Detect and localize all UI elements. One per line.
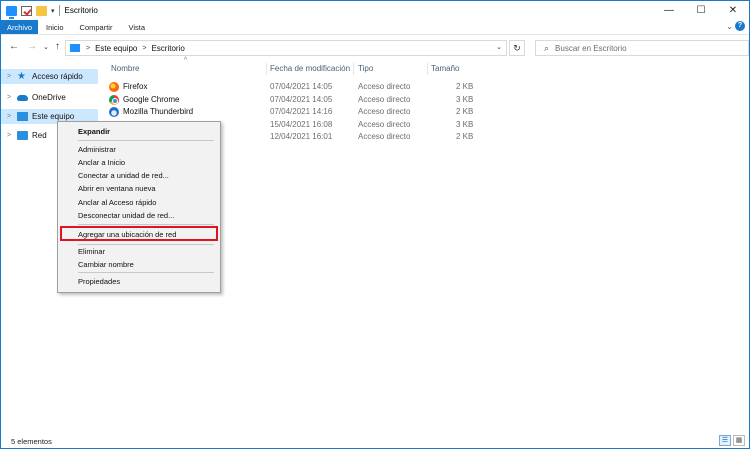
window-controls: — ☐ ✕ bbox=[653, 1, 749, 20]
expand-arrow-icon[interactable]: > bbox=[4, 113, 14, 120]
help-icon[interactable]: ? bbox=[735, 21, 745, 31]
toolbar-divider bbox=[58, 5, 60, 16]
file-type: Acceso directo bbox=[358, 82, 411, 91]
status-item-count: 5 elementos bbox=[11, 437, 52, 446]
file-type: Acceso directo bbox=[358, 132, 411, 141]
address-bar[interactable]: > Este equipo > Escritorio ⌄ bbox=[65, 40, 507, 56]
breadcrumb-este-equipo[interactable]: Este equipo bbox=[95, 44, 137, 53]
column-header-size[interactable]: Tamaño bbox=[431, 63, 459, 77]
tab-vista[interactable]: Vista bbox=[120, 20, 153, 34]
nav-item-label: OneDrive bbox=[32, 93, 66, 102]
expand-arrow-icon[interactable]: > bbox=[4, 94, 14, 101]
menu-item-cambiar-nombre[interactable]: Cambiar nombre bbox=[78, 259, 134, 270]
navigation-bar: ← → ⌄ ↑ > Este equipo > Escritorio ⌄ ↻ ⌕… bbox=[1, 37, 749, 59]
customize-toolbar-dropdown[interactable]: ▾ bbox=[51, 7, 55, 15]
expand-ribbon-icon[interactable]: ⌄ bbox=[726, 22, 733, 31]
menu-item-administrar[interactable]: Administrar bbox=[78, 144, 116, 155]
refresh-button[interactable]: ↻ bbox=[509, 40, 525, 56]
this-pc-icon[interactable] bbox=[6, 5, 17, 19]
column-divider[interactable] bbox=[353, 63, 354, 75]
close-button[interactable]: ✕ bbox=[717, 1, 749, 20]
back-button[interactable]: ← bbox=[9, 41, 19, 52]
tab-inicio[interactable]: Inicio bbox=[38, 20, 72, 34]
menu-item-conectar-unidad-red[interactable]: Conectar a unidad de red... bbox=[78, 170, 169, 181]
file-size: 2 KB bbox=[456, 82, 474, 91]
menu-item-propiedades[interactable]: Propiedades bbox=[78, 276, 120, 287]
menu-item-expandir[interactable]: Expandir bbox=[78, 126, 110, 137]
nav-item-label: Red bbox=[32, 131, 47, 140]
firefox-icon bbox=[109, 82, 119, 92]
computer-icon bbox=[17, 112, 28, 121]
expand-arrow-icon[interactable]: > bbox=[4, 73, 14, 80]
thunderbird-icon bbox=[109, 107, 119, 117]
breadcrumb-chevron[interactable]: > bbox=[86, 45, 90, 52]
file-name: Firefox bbox=[123, 82, 148, 91]
menu-divider bbox=[78, 224, 214, 225]
context-menu: Expandir Administrar Anclar a Inicio Con… bbox=[57, 121, 221, 293]
title-bar: ▾ Escritorio — ☐ ✕ bbox=[1, 1, 749, 20]
column-header-date[interactable]: Fecha de modificación bbox=[270, 63, 350, 77]
view-switcher: ☰ ▦ bbox=[717, 435, 745, 446]
tab-compartir[interactable]: Compartir bbox=[72, 20, 121, 34]
menu-divider bbox=[78, 244, 214, 245]
highlight-box bbox=[60, 226, 218, 241]
menu-item-desconectar-unidad-red[interactable]: Desconectar unidad de red... bbox=[78, 210, 174, 221]
column-header-type[interactable]: Tipo bbox=[358, 63, 373, 77]
menu-item-anclar-inicio[interactable]: Anclar a Inicio bbox=[78, 157, 125, 168]
ribbon-tabs: Archivo Inicio Compartir Vista ⌄ ? bbox=[1, 20, 749, 35]
explorer-window: ▾ Escritorio — ☐ ✕ Archivo Inicio Compar… bbox=[0, 0, 750, 449]
expand-arrow-icon[interactable]: > bbox=[4, 132, 14, 139]
forward-button[interactable]: → bbox=[27, 41, 37, 52]
column-divider[interactable] bbox=[266, 63, 267, 75]
file-date: 07/04/2021 14:16 bbox=[270, 107, 333, 116]
nav-item-label: Este equipo bbox=[32, 112, 75, 121]
file-date: 12/04/2021 16:01 bbox=[270, 132, 333, 141]
quick-access-toolbar: ▾ Escritorio bbox=[6, 5, 98, 19]
menu-divider bbox=[78, 140, 214, 141]
maximize-button[interactable]: ☐ bbox=[685, 1, 717, 20]
sort-indicator-icon: ^ bbox=[184, 57, 188, 64]
breadcrumb-chevron[interactable]: > bbox=[142, 45, 146, 52]
file-size: 2 KB bbox=[456, 107, 474, 116]
menu-divider bbox=[78, 272, 214, 273]
breadcrumb-escritorio[interactable]: Escritorio bbox=[151, 44, 184, 53]
minimize-button[interactable]: — bbox=[653, 1, 685, 20]
column-divider[interactable] bbox=[427, 63, 428, 75]
file-name: Mozilla Thunderbird bbox=[123, 107, 194, 116]
tab-archivo[interactable]: Archivo bbox=[1, 20, 39, 34]
large-icons-view-icon[interactable]: ▦ bbox=[733, 435, 745, 446]
properties-icon[interactable] bbox=[21, 5, 32, 16]
star-icon: ★ bbox=[17, 71, 26, 82]
file-row[interactable]: Mozilla Thunderbird 07/04/2021 14:16 Acc… bbox=[109, 105, 479, 118]
file-type: Acceso directo bbox=[358, 107, 411, 116]
recent-locations-button[interactable]: ⌄ bbox=[43, 43, 49, 51]
file-row[interactable]: Firefox 07/04/2021 14:05 Acceso directo … bbox=[109, 80, 479, 93]
search-icon: ⌕ bbox=[544, 42, 550, 53]
search-placeholder[interactable]: Buscar en Escritorio bbox=[555, 44, 627, 53]
menu-item-anclar-acceso-rapido[interactable]: Anclar al Acceso rápido bbox=[78, 197, 156, 208]
cloud-icon bbox=[17, 94, 28, 101]
up-button[interactable]: ↑ bbox=[55, 41, 60, 52]
file-size: 2 KB bbox=[456, 132, 474, 141]
address-dropdown-icon[interactable]: ⌄ bbox=[496, 43, 502, 51]
window-title: Escritorio bbox=[64, 6, 98, 15]
nav-item-label: Acceso rápido bbox=[32, 72, 83, 81]
nav-item-acceso-rapido[interactable]: > ★ Acceso rápido bbox=[1, 69, 98, 84]
new-folder-icon[interactable] bbox=[36, 5, 47, 16]
file-date: 07/04/2021 14:05 bbox=[270, 82, 333, 91]
search-box[interactable]: ⌕ Buscar en Escritorio bbox=[535, 40, 749, 56]
menu-item-abrir-ventana-nueva[interactable]: Abrir en ventana nueva bbox=[78, 183, 156, 194]
computer-icon bbox=[70, 44, 80, 52]
details-view-icon[interactable]: ☰ bbox=[719, 435, 731, 446]
chrome-icon bbox=[109, 95, 119, 105]
network-icon bbox=[17, 131, 28, 140]
nav-item-onedrive[interactable]: > OneDrive bbox=[1, 90, 98, 105]
column-header-name[interactable]: Nombre bbox=[111, 63, 139, 77]
menu-item-eliminar[interactable]: Eliminar bbox=[78, 246, 105, 257]
